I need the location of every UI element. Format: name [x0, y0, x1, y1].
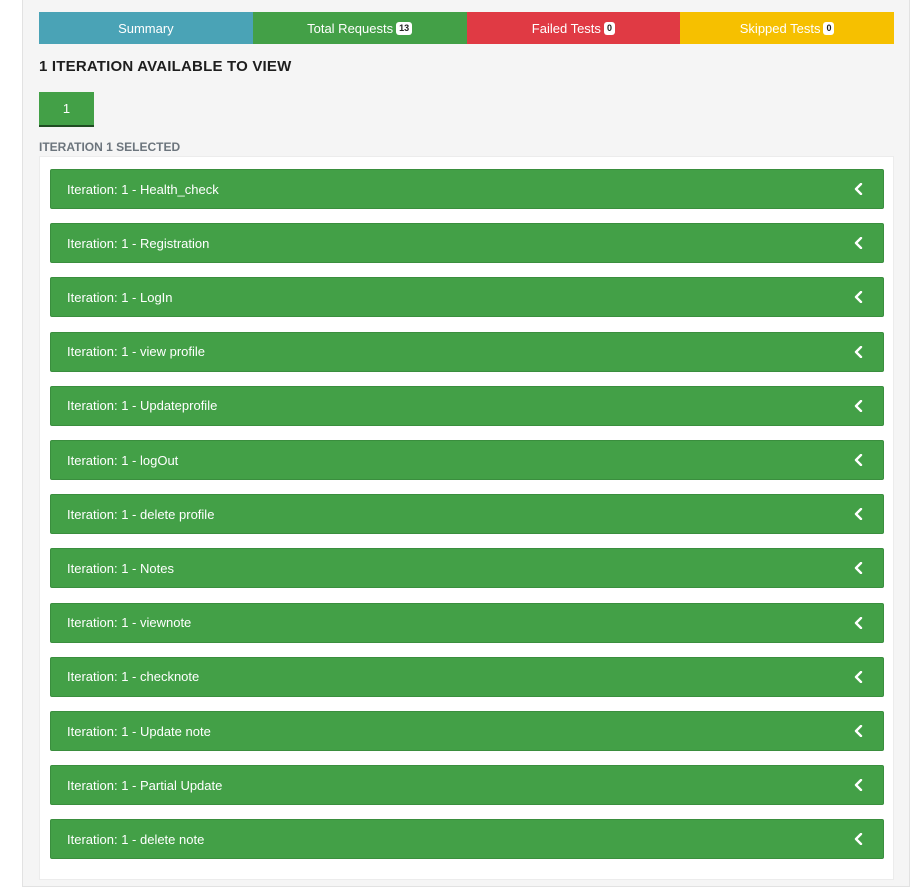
chevron-left-icon[interactable]: [851, 560, 867, 576]
request-item[interactable]: Iteration: 1 - viewnote: [50, 602, 884, 643]
tab-failed-tests-label: Failed Tests: [531, 20, 601, 36]
tab-total-requests[interactable]: Total Requests 13: [252, 12, 467, 44]
tab-failed-tests[interactable]: Failed Tests 0: [466, 12, 681, 44]
request-item-label: Iteration: 1 - logOut: [67, 452, 179, 468]
request-item[interactable]: Iteration: 1 - logOut: [50, 440, 884, 480]
request-item-label: Iteration: 1 - delete note: [67, 831, 205, 847]
iteration-button-label: 1: [62, 101, 71, 116]
tab-skipped-tests-label: Skipped Tests: [739, 20, 821, 36]
request-item[interactable]: Iteration: 1 - Registration: [50, 223, 884, 264]
selected-iteration-label: ITERATION 1 SELECTED: [39, 140, 181, 154]
chevron-left-icon[interactable]: [851, 452, 867, 468]
request-item[interactable]: Iteration: 1 - view profile: [50, 331, 884, 372]
tab-summary-label: Summary: [118, 20, 174, 36]
request-item-label: Iteration: 1 - Health_check: [67, 181, 219, 197]
request-item[interactable]: Iteration: 1 - Notes: [50, 548, 884, 589]
report-panel: Summary Total Requests 13 Failed Tests 0…: [22, 0, 910, 887]
request-item[interactable]: Iteration: 1 - delete note: [50, 819, 884, 860]
request-item[interactable]: Iteration: 1 - Update note: [50, 711, 884, 751]
chevron-left-icon[interactable]: [851, 289, 867, 305]
request-item[interactable]: Iteration: 1 - checknote: [50, 656, 884, 697]
iterations-heading: 1 ITERATION AVAILABLE TO VIEW: [39, 58, 292, 75]
iteration-1-button[interactable]: 1: [39, 92, 94, 127]
request-item-label: Iteration: 1 - Updateprofile: [67, 398, 218, 414]
chevron-left-icon[interactable]: [851, 344, 867, 360]
failed-tests-badge: 0: [603, 21, 615, 35]
summary-tabs: Summary Total Requests 13 Failed Tests 0…: [39, 12, 894, 44]
tab-skipped-tests[interactable]: Skipped Tests 0: [680, 12, 894, 44]
chevron-left-icon[interactable]: [851, 398, 867, 414]
request-item-label: Iteration: 1 - LogIn: [67, 289, 173, 305]
request-item-label: Iteration: 1 - view profile: [67, 344, 206, 360]
chevron-left-icon[interactable]: [851, 181, 867, 197]
chevron-left-icon[interactable]: [851, 235, 867, 251]
chevron-left-icon[interactable]: [851, 831, 867, 847]
request-item[interactable]: Iteration: 1 - Health_check: [50, 169, 884, 209]
tab-total-requests-label: Total Requests: [307, 20, 394, 36]
request-item-label: Iteration: 1 - Registration: [67, 235, 210, 251]
skipped-tests-badge: 0: [823, 21, 835, 35]
chevron-left-icon[interactable]: [851, 615, 867, 631]
request-item[interactable]: Iteration: 1 - delete profile: [50, 494, 884, 535]
request-item-label: Iteration: 1 - viewnote: [67, 615, 192, 631]
request-item-label: Iteration: 1 - Notes: [67, 560, 174, 576]
tab-summary[interactable]: Summary: [39, 12, 253, 44]
chevron-left-icon[interactable]: [851, 669, 867, 685]
request-item[interactable]: Iteration: 1 - LogIn: [50, 277, 884, 318]
total-requests-badge: 13: [396, 21, 413, 35]
request-list: Iteration: 1 - Health_check Iteration: 1 …: [39, 156, 894, 880]
request-item-label: Iteration: 1 - delete profile: [67, 506, 215, 522]
chevron-left-icon[interactable]: [851, 723, 867, 739]
request-item-label: Iteration: 1 - Update note: [67, 723, 211, 739]
request-item[interactable]: Iteration: 1 - Partial Update: [50, 765, 884, 806]
chevron-left-icon[interactable]: [851, 777, 867, 793]
request-item-label: Iteration: 1 - checknote: [67, 669, 200, 685]
request-item[interactable]: Iteration: 1 - Updateprofile: [50, 385, 884, 426]
chevron-left-icon[interactable]: [851, 506, 867, 522]
request-item-label: Iteration: 1 - Partial Update: [67, 777, 223, 793]
